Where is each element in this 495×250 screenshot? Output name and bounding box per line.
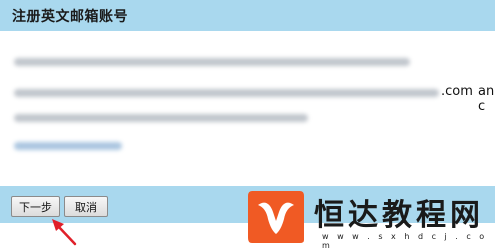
blurred-text-line xyxy=(14,89,439,97)
watermark-url: w w w . s x h d c j . c o m xyxy=(322,232,488,250)
blurred-text-line xyxy=(14,114,308,122)
blurred-text-line xyxy=(14,58,410,66)
cancel-button[interactable]: 取消 xyxy=(64,196,108,217)
dialog-header: 注册英文邮箱账号 xyxy=(0,0,495,31)
dialog-content xyxy=(0,31,495,186)
visible-text-fragment: .com xyxy=(441,84,473,99)
dialog-title: 注册英文邮箱账号 xyxy=(12,9,128,25)
watermark-name: 恒达教程网 xyxy=(314,198,484,233)
next-step-button[interactable]: 下一步 xyxy=(11,196,60,217)
blurred-link[interactable] xyxy=(14,142,122,150)
watermark: 恒达教程网 w w w . s x h d c j . c o m xyxy=(246,188,495,250)
watermark-logo xyxy=(248,191,304,243)
visible-text-fragment: and c xyxy=(478,84,495,114)
annotation-arrow-icon xyxy=(52,219,77,246)
